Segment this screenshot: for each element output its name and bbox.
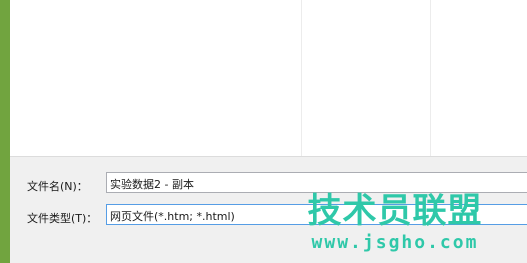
column-divider bbox=[430, 0, 431, 156]
watermark-url: www.jsgho.com bbox=[311, 232, 479, 253]
filename-label: 文件名(N)： bbox=[27, 180, 88, 193]
filename-input[interactable]: 实验数据2 - 副本 bbox=[106, 172, 527, 193]
left-accent-strip bbox=[0, 0, 10, 263]
filetype-select[interactable]: 网页文件(*.htm; *.html) bbox=[106, 204, 527, 225]
column-divider bbox=[301, 0, 302, 156]
filetype-label: 文件类型(T)： bbox=[27, 212, 98, 225]
file-list-pane[interactable] bbox=[10, 0, 527, 157]
